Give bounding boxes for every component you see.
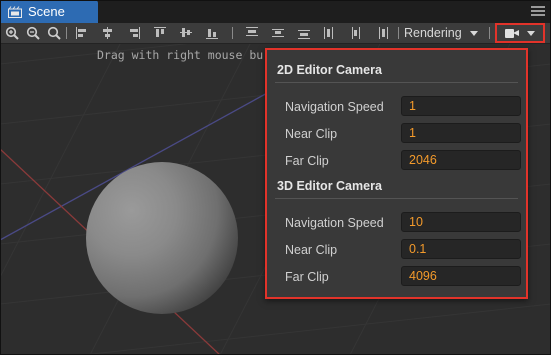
far-clip-2d-input[interactable]: 2046 — [401, 150, 521, 170]
nav-speed-2d-input[interactable]: 1 — [401, 96, 521, 116]
near-clip-3d-label: Near Clip — [285, 243, 338, 257]
render-mode-label: Rendering — [404, 26, 462, 40]
nav-speed-2d-label: Navigation Speed — [285, 100, 384, 114]
divider — [275, 82, 518, 83]
align-hcenter-icon[interactable] — [102, 27, 114, 39]
section-3d-title: 3D Editor Camera — [277, 179, 382, 193]
toolbar-separator — [398, 27, 399, 39]
distribute-hcenter-icon[interactable] — [350, 27, 362, 39]
align-top-icon[interactable] — [154, 27, 166, 39]
render-mode-dropdown[interactable]: Rendering — [404, 24, 478, 42]
distribute-vcenter-icon[interactable] — [272, 27, 284, 39]
section-2d-title: 2D Editor Camera — [277, 63, 382, 77]
distribute-left-icon[interactable] — [324, 27, 336, 39]
editor-camera-panel: 2D Editor Camera Navigation Speed 1 Near… — [265, 48, 528, 299]
align-left-icon[interactable] — [76, 27, 88, 39]
zoom-in-icon[interactable] — [5, 26, 19, 40]
distribute-top-icon[interactable] — [246, 27, 258, 39]
panel-menu-icon[interactable] — [531, 4, 545, 18]
chevron-down-icon — [469, 30, 478, 36]
zoom-out-icon[interactable] — [26, 26, 40, 40]
align-bottom-icon[interactable] — [206, 27, 218, 39]
align-right-icon[interactable] — [128, 27, 140, 39]
align-vcenter-icon[interactable] — [180, 27, 192, 39]
far-clip-2d-label: Far Clip — [285, 154, 329, 168]
divider — [275, 198, 518, 199]
camera-settings-button[interactable] — [495, 23, 545, 43]
sphere-object[interactable] — [86, 162, 238, 314]
toolbar-separator — [489, 27, 490, 39]
far-clip-3d-label: Far Clip — [285, 270, 329, 284]
toolbar-separator — [232, 27, 233, 39]
near-clip-2d-input[interactable]: 1 — [401, 123, 521, 143]
distribute-right-icon[interactable] — [376, 27, 388, 39]
tab-bar: Scene — [0, 0, 551, 23]
camera-icon — [505, 28, 519, 38]
viewport-hint-text: Drag with right mouse bu — [97, 48, 264, 62]
near-clip-2d-label: Near Clip — [285, 127, 338, 141]
near-clip-3d-input[interactable]: 0.1 — [401, 239, 521, 259]
nav-speed-3d-label: Navigation Speed — [285, 216, 384, 230]
nav-speed-3d-input[interactable]: 10 — [401, 212, 521, 232]
far-clip-3d-input[interactable]: 4096 — [401, 266, 521, 286]
scene-tab-icon — [8, 5, 22, 18]
toolbar-separator — [66, 27, 67, 39]
tab-title: Scene — [28, 4, 65, 19]
zoom-reset-icon[interactable] — [47, 26, 61, 40]
tab-scene[interactable]: Scene — [0, 0, 98, 23]
chevron-down-icon — [527, 30, 535, 36]
scene-toolbar: Rendering — [0, 23, 551, 44]
distribute-bottom-icon[interactable] — [298, 27, 310, 39]
